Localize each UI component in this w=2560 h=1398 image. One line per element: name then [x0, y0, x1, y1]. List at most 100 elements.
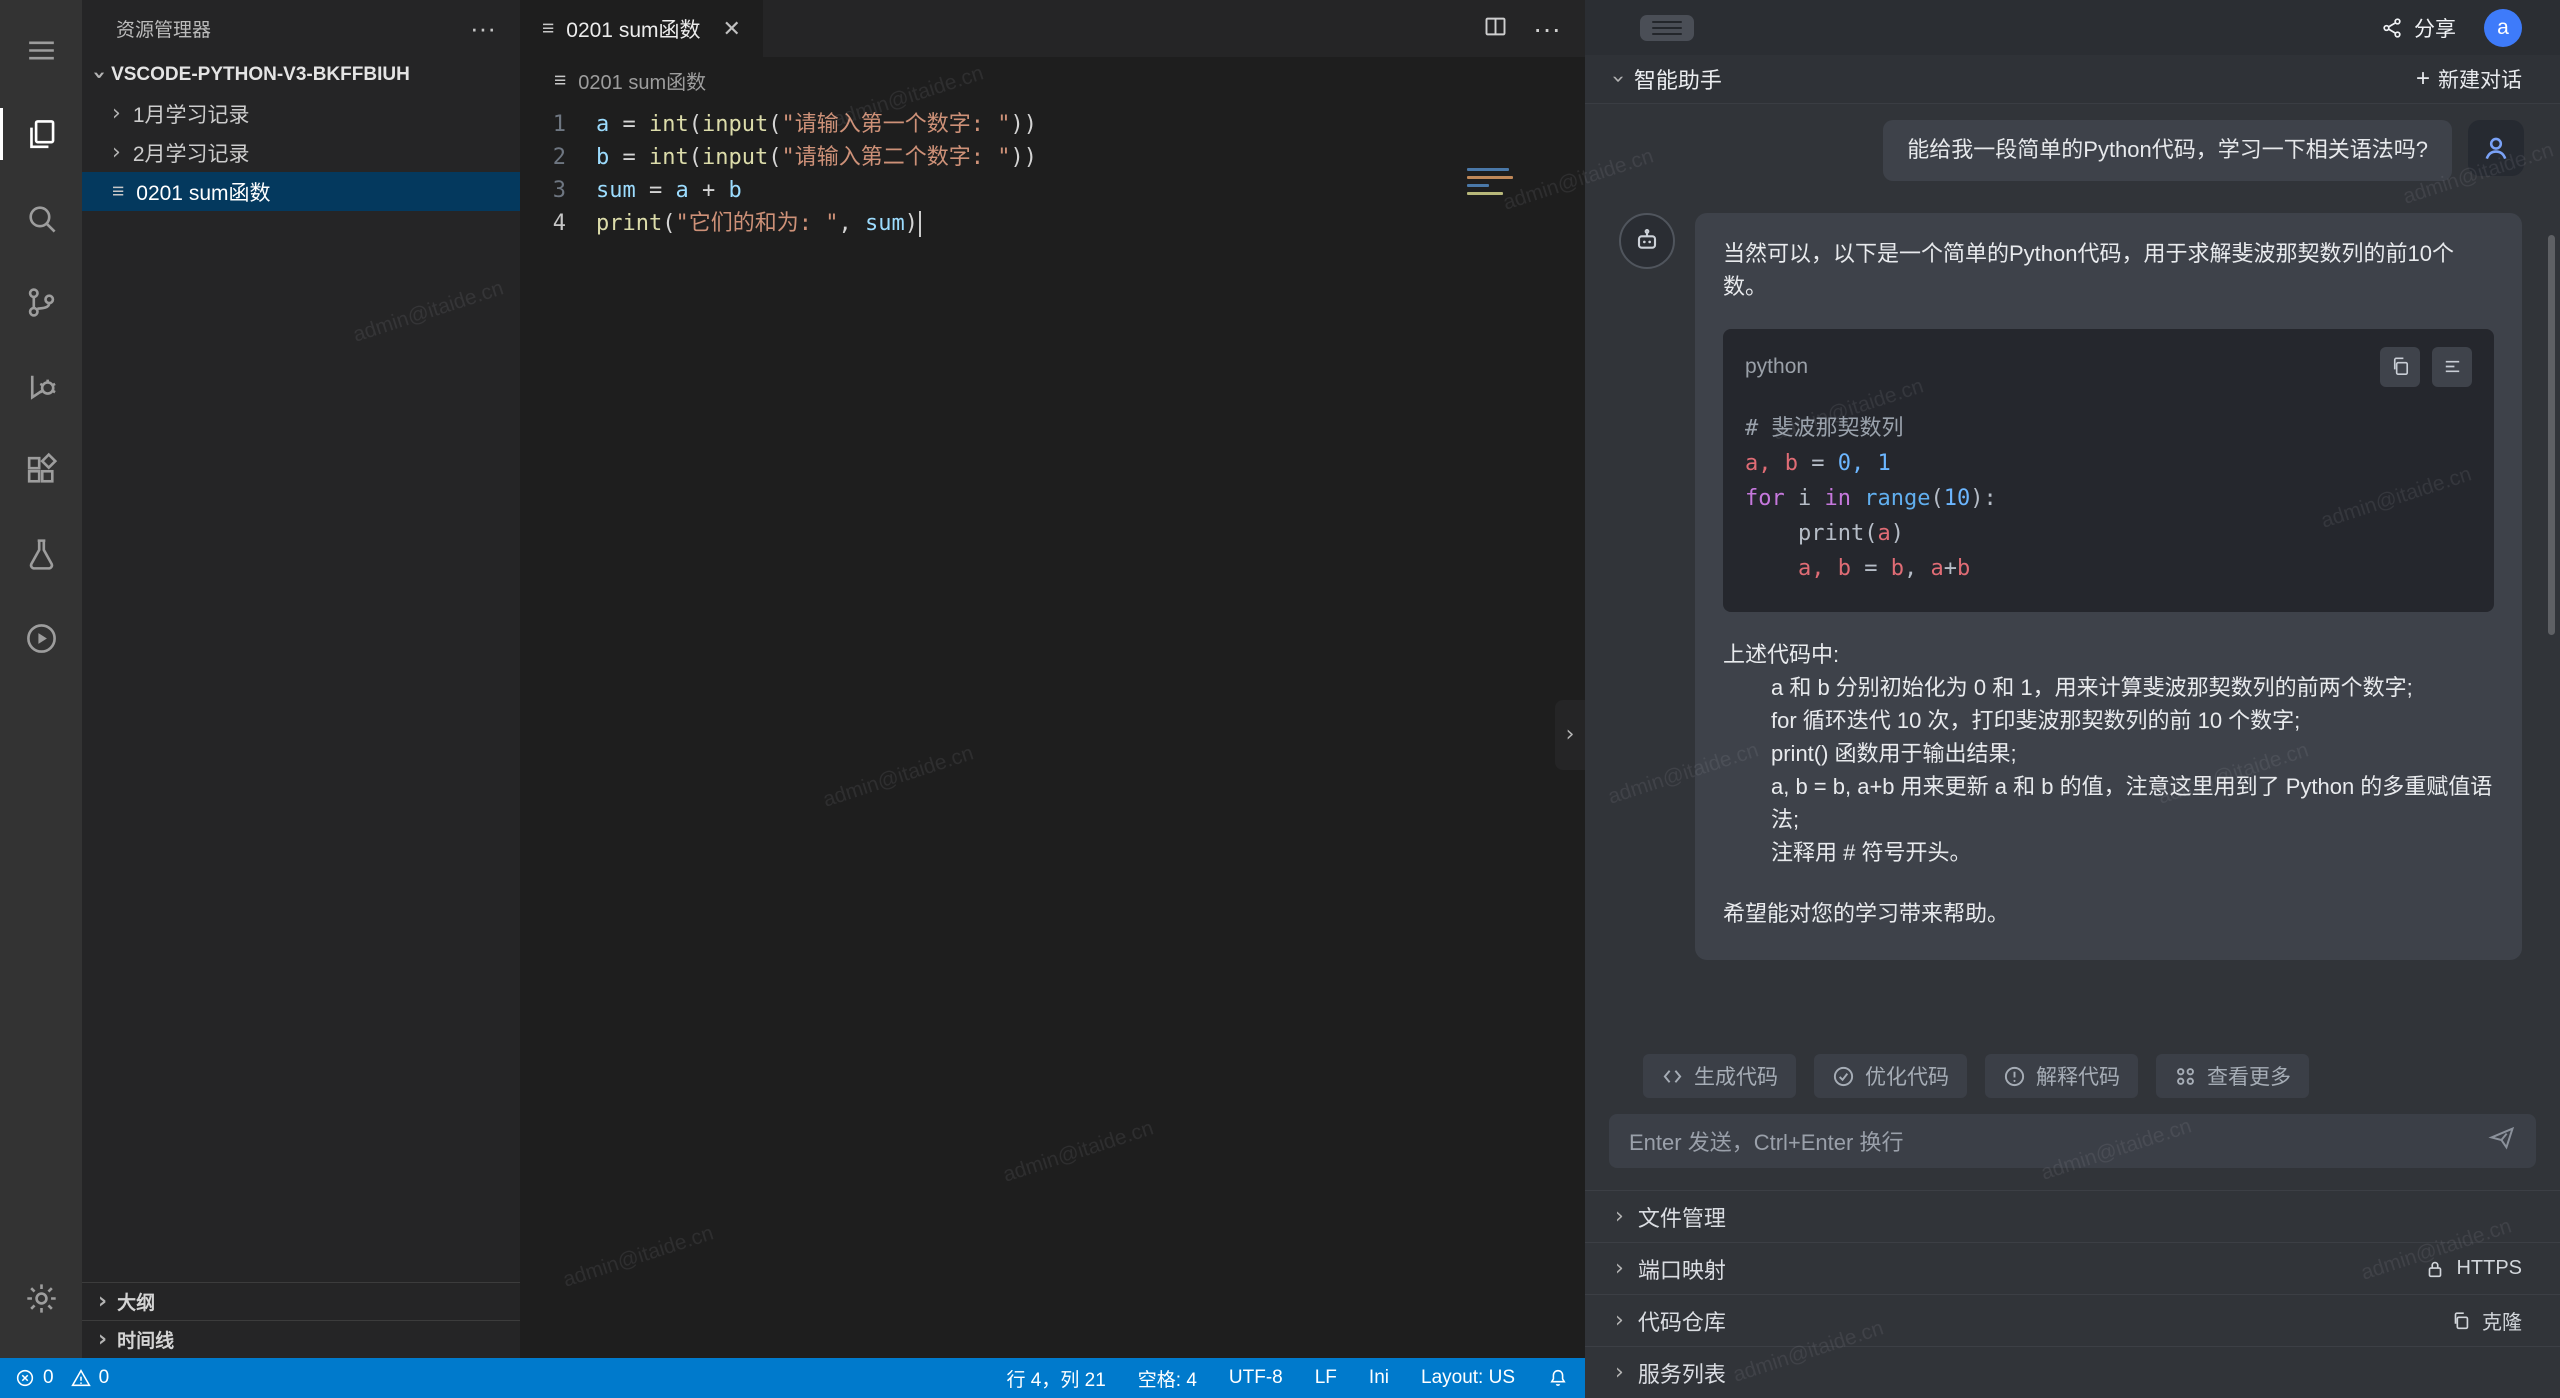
explanation: 上述代码中: a 和 b 分别初始化为 0 和 1，用来计算斐波那契数列的前两个…	[1723, 638, 2494, 869]
action-button[interactable]: 优化代码	[1814, 1054, 1967, 1098]
section-right-action[interactable]: 克隆	[2450, 1306, 2522, 1335]
chat-input[interactable]: Enter 发送，Ctrl+Enter 换行	[1609, 1114, 2536, 1168]
panel-section-row[interactable]: ›文件管理	[1585, 1190, 2560, 1242]
test-beaker-icon[interactable]	[0, 512, 82, 596]
explorer-title: 资源管理器	[116, 15, 211, 42]
close-icon[interactable]: ✕	[723, 16, 741, 42]
error-indicator[interactable]: 0	[14, 1367, 54, 1389]
run-debug-icon[interactable]	[0, 344, 82, 428]
insert-code-button[interactable]	[2432, 347, 2472, 387]
explorer-icon[interactable]	[0, 92, 82, 176]
check-circle-icon	[1832, 1065, 1855, 1088]
breadcrumb[interactable]: ≡ 0201 sum函数	[520, 57, 1585, 104]
person-icon	[2479, 131, 2513, 165]
section-label: 端口映射	[1638, 1253, 1726, 1285]
grid-icon	[2174, 1065, 2197, 1088]
code-line[interactable]: 1a = int(input("请输入第一个数字: "))	[520, 108, 1585, 141]
code-editor[interactable]: 1a = int(input("请输入第一个数字: "))2b = int(in…	[520, 104, 1585, 1358]
tree-item-label: 2月学习记录	[133, 138, 250, 168]
panel-menu-button[interactable]	[1640, 15, 1694, 41]
tree-folder-item[interactable]: › 1月学习记录	[82, 94, 520, 133]
tab-label: 0201 sum函数	[566, 14, 700, 44]
warning-icon	[70, 1367, 92, 1389]
panel-section-row[interactable]: › 端口映射 HTTPS	[1585, 1242, 2560, 1294]
panel-expand-button[interactable]: ›	[1555, 700, 1585, 770]
status-problems[interactable]: 0 0	[14, 1367, 109, 1389]
chat-area: 能给我一段简单的Python代码，学习一下相关语法吗? 当然可以，以下是一个简单…	[1585, 104, 2560, 1040]
new-chat-button[interactable]: + 新建对话	[2416, 64, 2522, 94]
scrollbar[interactable]	[2548, 235, 2555, 635]
menu-icon[interactable]	[0, 8, 82, 92]
code-line[interactable]: 4print("它们的和为: ", sum)	[520, 207, 1585, 240]
send-icon	[2488, 1124, 2516, 1152]
chevron-right-icon: ›	[1566, 724, 1575, 746]
action-button[interactable]: 查看更多	[2156, 1054, 2309, 1098]
sidebar-bottom-sections: ›大纲 › 时间线	[82, 1282, 520, 1358]
user-message-bubble: 能给我一段简单的Python代码，学习一下相关语法吗?	[1883, 120, 2452, 181]
share-button[interactable]: 分享	[2380, 13, 2456, 43]
chevron-right-icon: ›	[112, 142, 121, 164]
split-editor-icon[interactable]	[1482, 13, 1509, 45]
explanation-item: a 和 b 分别初始化为 0 和 1，用来计算斐波那契数列的前两个数字;	[1771, 671, 2494, 704]
settings-gear-icon[interactable]	[0, 1256, 82, 1340]
explorer-root-folder[interactable]: › VSCODE-PYTHON-V3-BKFFBIUH	[82, 56, 520, 94]
file-icon: ≡	[554, 69, 566, 93]
section-right-label: 克隆	[2482, 1306, 2522, 1335]
code-text: b = int(input("请输入第二个数字: "))	[596, 141, 1037, 174]
tree-folder-item[interactable]: › 2月学习记录	[82, 133, 520, 172]
eol-setting[interactable]: LF	[1315, 1367, 1337, 1389]
status-right-group: 行 4，列 21 空格: 4 UTF-8 LF Ini Layout: US	[1007, 1365, 1569, 1392]
chevron-down-icon[interactable]: ›	[1606, 75, 1628, 84]
assistant-code-line: print(a)	[1745, 516, 2472, 551]
tree-item-label: 1月学习记录	[133, 99, 250, 129]
app-window: 资源管理器 ··· › VSCODE-PYTHON-V3-BKFFBIUH ›1…	[0, 0, 2560, 1398]
more-actions-icon[interactable]: ···	[1533, 15, 1561, 43]
run-circle-icon[interactable]	[0, 596, 82, 680]
section-label: 时间线	[117, 1326, 174, 1353]
action-button[interactable]: 生成代码	[1643, 1054, 1796, 1098]
code-line[interactable]: 3sum = a + b	[520, 174, 1585, 207]
language-mode[interactable]: Ini	[1369, 1367, 1389, 1389]
user-avatar[interactable]: a	[2484, 9, 2522, 47]
chevron-right-icon: ›	[1615, 1258, 1624, 1280]
error-icon	[14, 1367, 36, 1389]
more-actions-icon[interactable]: ···	[470, 15, 496, 41]
warning-indicator[interactable]: 0	[70, 1367, 110, 1389]
encoding-setting[interactable]: UTF-8	[1229, 1367, 1283, 1389]
panel-section-row[interactable]: ›服务列表	[1585, 1346, 2560, 1398]
assistant-title: 智能助手	[1634, 63, 1722, 95]
code-line[interactable]: 2b = int(input("请输入第二个数字: "))	[520, 141, 1585, 174]
closing-text: 希望能对您的学习带来帮助。	[1723, 897, 2494, 930]
assistant-code-line: a, b = 0, 1	[1745, 446, 2472, 481]
cursor-position[interactable]: 行 4，列 21	[1007, 1365, 1106, 1392]
source-control-icon[interactable]	[0, 260, 82, 344]
chevron-down-icon: ›	[88, 70, 110, 79]
copy-code-button[interactable]	[2380, 347, 2420, 387]
chevron-right-icon: ›	[112, 103, 121, 125]
minimap[interactable]	[1467, 168, 1521, 195]
explorer-header: 资源管理器 ···	[82, 0, 520, 56]
extensions-icon[interactable]	[0, 428, 82, 512]
action-label: 生成代码	[1694, 1061, 1778, 1091]
send-button[interactable]	[2488, 1124, 2516, 1158]
line-number: 1	[520, 108, 596, 141]
action-label: 解释代码	[2036, 1061, 2120, 1091]
section-right-action[interactable]: HTTPS	[2424, 1257, 2522, 1280]
sidebar-section-header[interactable]: › 时间线	[82, 1320, 520, 1358]
indent-setting[interactable]: 空格: 4	[1138, 1365, 1197, 1392]
copy-icon	[2389, 355, 2412, 378]
chevron-right-icon: ›	[98, 1329, 107, 1351]
share-icon	[2380, 16, 2404, 40]
sidebar-section-header[interactable]: ›大纲	[82, 1282, 520, 1320]
search-icon[interactable]	[0, 176, 82, 260]
editor-tab[interactable]: ≡ 0201 sum函数 ✕	[520, 0, 763, 57]
panel-section-row[interactable]: ›代码仓库克隆	[1585, 1294, 2560, 1346]
tree-file-item[interactable]: ≡0201 sum函数	[82, 172, 520, 211]
explanation-item: for 循环迭代 10 次，打印斐波那契数列的前 10 个数字;	[1771, 704, 2494, 737]
action-button[interactable]: 解释代码	[1985, 1054, 2138, 1098]
line-number: 4	[520, 207, 596, 240]
keyboard-layout[interactable]: Layout: US	[1421, 1367, 1515, 1389]
assistant-code-lines: # 斐波那契数列a, b = 0, 1for i in range(10): p…	[1745, 411, 2472, 586]
notifications-bell-icon[interactable]	[1547, 1367, 1569, 1389]
explanation-title: 上述代码中:	[1723, 638, 2494, 671]
